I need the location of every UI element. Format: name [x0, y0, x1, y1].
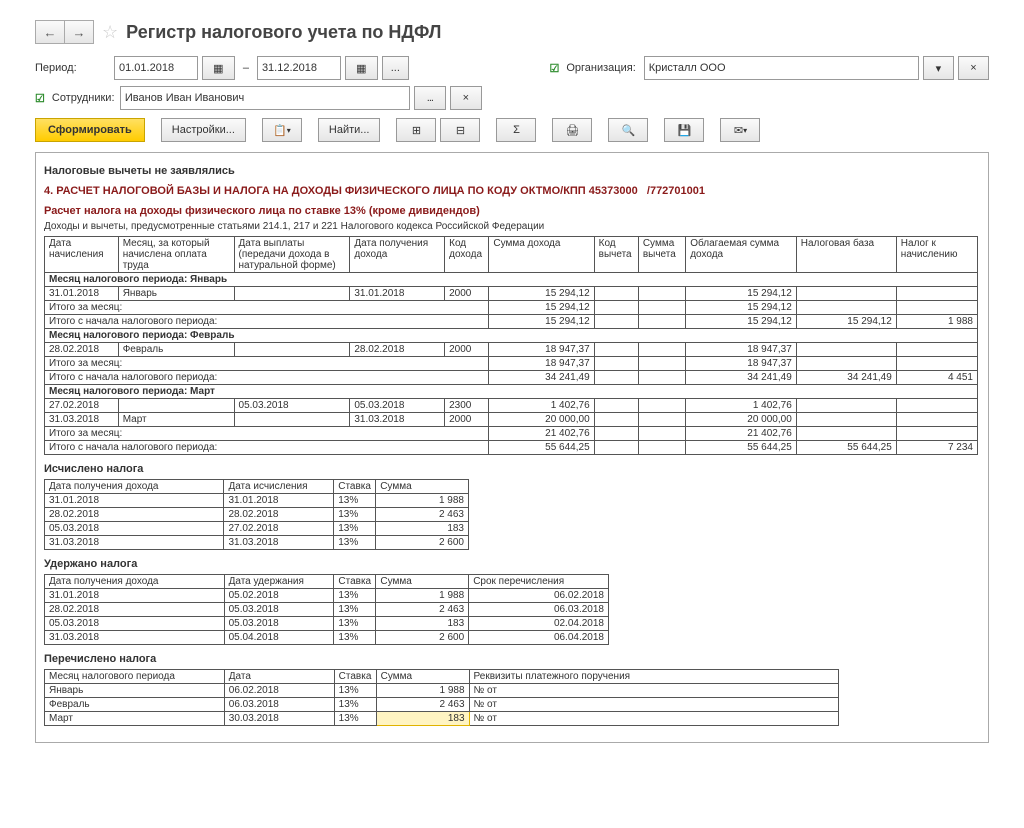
settings-button[interactable]: Настройки... [161, 118, 246, 142]
transferred-table: Месяц налогового периодаДатаСтавкаСуммаР… [44, 669, 839, 726]
emp-label: Сотрудники: [52, 92, 112, 104]
table-row: Итого за месяц:15 294,1215 294,12 [45, 301, 978, 315]
print-button[interactable]: 🖨 [552, 118, 592, 142]
table-row: 31.03.2018Март31.03.2018200020 000,0020 … [45, 413, 978, 427]
month-mar-header: Месяц налогового периода: Март [45, 385, 978, 399]
law-note: Доходы и вычеты, предусмотренные статьям… [44, 221, 980, 232]
mail-button[interactable]: ✉▾ [720, 118, 760, 142]
table-row: 27.02.201805.03.201805.03.201823001 402,… [45, 399, 978, 413]
period-separator: – [243, 62, 249, 74]
org-dropdown-icon[interactable]: ▾ [923, 56, 954, 80]
collapse-button[interactable]: ⊟ [440, 118, 480, 142]
save-button[interactable]: 💾 [664, 118, 704, 142]
org-label: Организация: [566, 62, 635, 74]
nav-forward-button[interactable]: → [64, 20, 94, 44]
org-clear-button[interactable]: × [958, 56, 989, 80]
month-feb-header: Месяц налогового периода: Февраль [45, 329, 978, 343]
withheld-title: Удержано налога [44, 558, 980, 570]
table-row: Итого с начала налогового периода:15 294… [45, 315, 978, 329]
emp-clear-button[interactable]: × [450, 86, 482, 110]
generate-button[interactable]: Сформировать [35, 118, 145, 142]
deductions-note: Налоговые вычеты не заявлялись [44, 165, 980, 177]
favorite-star-icon[interactable]: ☆ [102, 22, 118, 43]
date-to-calendar-icon[interactable]: ▦ [345, 56, 378, 80]
period-label: Период: [35, 62, 106, 74]
table-row: Итого за месяц:18 947,3718 947,37 [45, 357, 978, 371]
date-to-input[interactable]: 31.12.2018 [257, 56, 341, 80]
date-from-calendar-icon[interactable]: ▦ [202, 56, 235, 80]
section-4-title: 4. РАСЧЕТ НАЛОГОВОЙ БАЗЫ И НАЛОГА НА ДОХ… [44, 185, 980, 197]
expand-button[interactable]: ⊞ [396, 118, 436, 142]
table-row: Итого с начала налогового периода:34 241… [45, 371, 978, 385]
copy-button[interactable]: 📋▾ [262, 118, 302, 142]
page-title: Регистр налогового учета по НДФЛ [126, 22, 441, 43]
nav-back-button[interactable]: ← [35, 20, 64, 44]
table-header-row: Дата начисленияМесяц, за который начисле… [45, 237, 978, 273]
emp-ellipsis-button[interactable]: ... [414, 86, 446, 110]
sum-button[interactable]: Σ [496, 118, 536, 142]
transferred-title: Перечислено налога [44, 653, 980, 665]
date-from-input[interactable]: 01.01.2018 [114, 56, 198, 80]
month-jan-header: Месяц налогового периода: Январь [45, 273, 978, 287]
income-table: Дата начисленияМесяц, за который начисле… [44, 236, 978, 455]
table-row: Итого с начала налогового периода:55 644… [45, 441, 978, 455]
report-area: Налоговые вычеты не заявлялись 4. РАСЧЕТ… [35, 152, 989, 743]
table-row: 28.02.2018Февраль28.02.2018200018 947,37… [45, 343, 978, 357]
find-button[interactable]: Найти... [318, 118, 381, 142]
org-checkbox[interactable]: ☑ [549, 62, 559, 75]
table-row: Итого за месяц:21 402,7621 402,76 [45, 427, 978, 441]
period-ellipsis-button[interactable]: ... [382, 56, 409, 80]
preview-button[interactable]: 🔍 [608, 118, 648, 142]
calc-tax-table: Дата получения доходаДата исчисленияСтав… [44, 479, 469, 550]
table-row: 31.01.2018Январь31.01.2018200015 294,121… [45, 287, 978, 301]
emp-input[interactable]: Иванов Иван Иванович [120, 86, 410, 110]
emp-checkbox[interactable]: ☑ [35, 92, 45, 105]
withheld-table: Дата получения доходаДата удержанияСтавк… [44, 574, 609, 645]
org-input[interactable]: Кристалл ООО [644, 56, 919, 80]
calc-tax-title: Исчислено налога [44, 463, 980, 475]
calc-subtitle: Расчет налога на доходы физического лица… [44, 205, 980, 217]
